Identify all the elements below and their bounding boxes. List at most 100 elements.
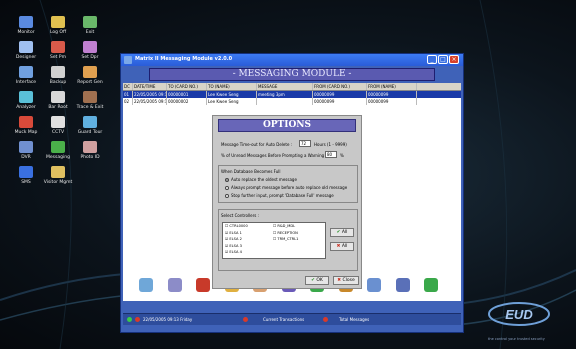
desktop-icon-label: Guard Tour [77, 130, 103, 135]
select-all-button[interactable]: ✔ All [330, 228, 354, 237]
radio-icon [225, 186, 229, 190]
toolbar-label: Edit [170, 294, 179, 299]
close-button[interactable]: × [449, 55, 459, 64]
total-messages-dot [323, 317, 328, 322]
current-transactions-label: Current Transactions [263, 317, 305, 322]
total-messages-label: Total Messages [339, 317, 370, 322]
cctv-icon [51, 116, 65, 128]
db-full-label: When Database Becomes Full [221, 169, 281, 174]
column-header[interactable]: TO (CARD NO.) [167, 83, 207, 90]
report-icon [367, 278, 381, 292]
timeout-input[interactable]: 72 [299, 140, 311, 147]
table-cell: Lee Kwee Seng [207, 98, 257, 105]
toolbar-edit-button[interactable]: Edit [164, 278, 186, 299]
title-bar[interactable]: Matrix II Messaging Module v2.0.0 _ □ × [121, 54, 463, 66]
status-dot-green [127, 317, 132, 322]
footer-text: the control your trusted security [488, 337, 545, 341]
backup-icon [51, 66, 65, 78]
about-icon [395, 278, 410, 292]
grid-header: DC DATE/TIME TO (CARD NO.) TO (NAME) MESSAGE… [123, 83, 461, 91]
user-icon [51, 16, 65, 28]
desktop-icon[interactable]: Visitor Mgmt [38, 166, 78, 185]
report-icon [83, 66, 97, 78]
status-datetime: 22/05/2005 09:13 Friday [143, 317, 193, 322]
toolbar-label: New [141, 294, 151, 299]
db-full-radio[interactable]: Stop further input, prompt 'Database Ful… [225, 193, 334, 198]
controller-item[interactable]: ☑ ELSA 1 [225, 231, 242, 235]
guard-icon [83, 116, 97, 128]
visitor-icon [51, 166, 65, 178]
column-header[interactable]: MESSAGE [257, 83, 313, 90]
toolbar-label: Controller [306, 294, 329, 299]
table-row[interactable]: 02 22/05/2005 09:14 00000002 Lee Kwee Seng 0… [123, 98, 461, 105]
select-all-label: All [341, 230, 348, 235]
table-row[interactable]: 01 22/05/2005 09:14 00000001 Lee Kwee Seng m… [123, 91, 461, 98]
toolbar-report-button[interactable]: Report [363, 278, 385, 299]
exit-icon [424, 278, 438, 292]
ok-button[interactable]: ✔ OK [305, 276, 329, 285]
radio-icon [225, 178, 229, 182]
window-title: Matrix II Messaging Module v2.0.0 [135, 56, 233, 62]
controller-item[interactable]: ☑ ELSA 3 [225, 244, 242, 248]
toolbar-delete-button[interactable]: Delete [192, 278, 214, 299]
analyzer-icon [19, 91, 33, 103]
minimize-button[interactable]: _ [427, 55, 437, 64]
toolbar-label: Options [336, 294, 355, 299]
column-header[interactable]: FROM (CARD NO.) [313, 83, 367, 90]
desktop-icon-label: Visitor Mgmt [43, 180, 73, 185]
db-full-radio[interactable]: Always prompt message before auto replac… [225, 185, 347, 190]
toolbar-exit-button[interactable]: Exit [420, 278, 442, 299]
deselect-all-label: All [341, 244, 348, 249]
pm-icon [51, 41, 65, 53]
table-cell: Lee Kwee Seng [207, 91, 257, 98]
controller-item[interactable]: ☐ R&D_MDL [273, 224, 295, 228]
toolbar-label: About [395, 294, 410, 299]
controller-item[interactable]: ☑ ELSA 4 [225, 250, 242, 254]
column-header[interactable]: FROM (NAME) [367, 83, 417, 90]
desktop-icon[interactable]: Guard Tour [70, 116, 110, 135]
ok-label: OK [316, 278, 323, 283]
desktop-icon-label: Set Dpr [81, 55, 99, 60]
check-icon: ✔ [336, 230, 341, 235]
table-cell: 00000099 [313, 91, 367, 98]
maximize-button[interactable]: □ [438, 55, 448, 64]
options-dialog: OPTIONS Message Time-out for Auto Delete… [212, 115, 362, 289]
dvr-icon [19, 141, 33, 153]
desktop-icon[interactable]: Exit [70, 16, 110, 35]
toolbar-new-button[interactable]: New [135, 278, 157, 299]
controller-label: CTRL0000 [229, 224, 248, 228]
toolbar-about-button[interactable]: About [392, 278, 414, 299]
desktop-icon[interactable]: Trace & Exit [70, 91, 110, 110]
logo-text: EUD [505, 307, 533, 322]
toolbar-label: Send All [250, 294, 270, 299]
column-header[interactable]: DATE/TIME [133, 83, 167, 90]
app-icon [124, 56, 132, 64]
controller-label: ELSA 3 [229, 243, 242, 248]
messaging-icon [51, 141, 65, 153]
controller-item[interactable]: ☑ ELSA 2 [225, 237, 242, 241]
deselect-all-button[interactable]: ✖ All [330, 242, 354, 251]
db-full-radio[interactable]: Auto replace the oldest message [225, 177, 297, 182]
desktop-icon[interactable]: Photo ID [70, 141, 110, 160]
desktop-icon[interactable]: Report Gen [70, 66, 110, 85]
column-header[interactable]: DC [123, 83, 133, 90]
table-cell: 00000099 [313, 98, 367, 105]
column-header[interactable]: TO (NAME) [207, 83, 257, 90]
radio-label: Stop further input, prompt 'Database Ful… [231, 193, 334, 198]
delete-icon [196, 278, 210, 292]
db-full-group: When Database Becomes Full Auto replace … [218, 165, 358, 203]
controller-list[interactable]: ☐ CTRL0000 ☑ ELSA 1 ☑ ELSA 2 ☑ ELSA 3 ☑ ELSA… [222, 222, 326, 259]
controller-item[interactable]: ☐ RECEPTION [273, 231, 298, 235]
status-dot-red [135, 317, 140, 322]
status-bar: 22/05/2005 09:13 Friday Current Transact… [123, 313, 461, 325]
toolbar-label: Send [225, 294, 238, 299]
controller-label: R&D_MDL [277, 224, 296, 228]
radio-icon [225, 194, 229, 198]
table-cell: 22/05/2005 09:14 [134, 98, 167, 105]
controller-item[interactable]: ☐ CTRL0000 [225, 224, 248, 228]
desktop-icon[interactable]: Set Dpr [70, 41, 110, 60]
controller-item[interactable]: ☐ TRM_CTRL1 [273, 237, 298, 241]
sms-icon [19, 166, 33, 178]
warning-input[interactable]: 80 [325, 151, 337, 158]
close-dialog-button[interactable]: ✖ Close [333, 276, 359, 285]
